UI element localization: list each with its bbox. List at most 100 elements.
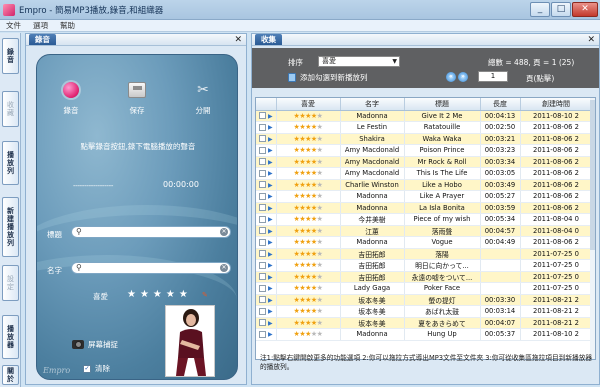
row-checkbox[interactable]: [258, 261, 266, 269]
rating-cell[interactable]: ★★★★★: [276, 167, 341, 180]
recorder-tab-title[interactable]: 錄音: [29, 34, 56, 45]
column-header[interactable]: 創建時間: [520, 98, 593, 111]
play-icon[interactable]: ▶: [268, 262, 273, 269]
row-checkbox[interactable]: [258, 227, 266, 235]
row-select-cell[interactable]: ▶: [256, 236, 277, 249]
row-select-cell[interactable]: ▶: [256, 110, 277, 122]
rating-cell[interactable]: ★★★★★: [276, 144, 341, 157]
side-tab-about[interactable]: 關於: [2, 365, 19, 385]
row-checkbox[interactable]: [258, 169, 266, 177]
rating-cell[interactable]: ★★★★★: [276, 179, 341, 191]
table-row[interactable]: ▶ ★★★★★ Amy Macdonald Poison Prince 00:03:23…: [256, 144, 593, 157]
side-tab-player[interactable]: 播放器: [2, 315, 19, 359]
table-scrollbar[interactable]: [590, 98, 595, 359]
name-input[interactable]: [84, 264, 230, 272]
rating-cell[interactable]: ★★★★★: [276, 213, 341, 226]
table-row[interactable]: ▶ ★★★★★ Madonna Give It 2 Me 00:04:13 2011-08…: [256, 110, 593, 122]
rating-cell[interactable]: ★★★★★: [276, 328, 341, 341]
row-checkbox[interactable]: [258, 250, 266, 258]
save-button[interactable]: 保存: [117, 79, 157, 116]
next-page-button[interactable]: »: [458, 72, 468, 82]
row-select-cell[interactable]: ▶: [256, 225, 277, 237]
row-select-cell[interactable]: ▶: [256, 248, 277, 260]
clear-checkbox[interactable]: ✓ 清除: [83, 363, 110, 374]
row-checkbox[interactable]: [258, 307, 266, 315]
scrollbar-thumb[interactable]: [590, 100, 595, 250]
table-row[interactable]: ▶ ★★★★★ 吉田拓郎 永遠の嘘をついて... 2011-07-25 0: [256, 271, 593, 283]
play-icon[interactable]: ▶: [268, 216, 273, 223]
column-header[interactable]: 喜愛: [276, 98, 341, 111]
table-row[interactable]: ▶ ★★★★★ 今井美樹 Piece of my wish 00:05:34 2011-0…: [256, 213, 593, 226]
side-tab-favorites[interactable]: 收藏: [2, 91, 19, 127]
rating-cell[interactable]: ★★★★★: [276, 271, 341, 283]
name-field[interactable]: ⚲ ✕: [71, 262, 231, 274]
record-button[interactable]: 錄音: [51, 79, 91, 116]
play-icon[interactable]: ▶: [268, 205, 273, 212]
play-icon[interactable]: ▶: [268, 228, 273, 235]
table-row[interactable]: ▶ ★★★★★ Shakira Waka Waka 00:03:21 2011-08-06…: [256, 133, 593, 145]
play-icon[interactable]: ▶: [268, 159, 273, 166]
maximize-button[interactable]: □: [551, 2, 571, 17]
rating-cell[interactable]: ★★★★★: [276, 225, 341, 237]
side-tab-playlist[interactable]: 播放列: [2, 141, 19, 185]
row-select-cell[interactable]: ▶: [256, 294, 277, 306]
column-header[interactable]: 標題: [404, 98, 481, 111]
clear-icon[interactable]: ✕: [220, 228, 228, 236]
clear-icon[interactable]: ✕: [220, 264, 228, 272]
side-tab-new-playlist[interactable]: 新建播放列: [2, 197, 19, 257]
table-row[interactable]: ▶ ★★★★★ 坂本冬美 あばれ太鼓 00:03:14 2011-08-21 2: [256, 305, 593, 318]
menu-help[interactable]: 幫助: [60, 20, 75, 31]
menu-file[interactable]: 文件: [6, 20, 21, 31]
play-icon[interactable]: ▶: [268, 182, 273, 189]
column-header[interactable]: [256, 98, 277, 111]
favorites-close-icon[interactable]: ✕: [587, 35, 595, 45]
rating-cell[interactable]: ★★★★★: [276, 294, 341, 306]
rating-cell[interactable]: ★★★★★: [276, 190, 341, 203]
row-select-cell[interactable]: ▶: [256, 305, 277, 318]
row-checkbox[interactable]: [258, 204, 266, 212]
row-select-cell[interactable]: ▶: [256, 271, 277, 283]
row-checkbox[interactable]: [258, 192, 266, 200]
row-select-cell[interactable]: ▶: [256, 282, 277, 295]
rating-cell[interactable]: ★★★★★: [276, 133, 341, 145]
play-icon[interactable]: ▶: [268, 147, 273, 154]
table-row[interactable]: ▶ ★★★★★ Madonna Vogue 00:04:49 2011-08-06 2: [256, 236, 593, 249]
row-select-cell[interactable]: ▶: [256, 121, 277, 134]
rating-cell[interactable]: ★★★★★: [276, 202, 341, 214]
play-icon[interactable]: ▶: [268, 297, 273, 304]
row-checkbox[interactable]: [258, 135, 266, 143]
table-row[interactable]: ▶ ★★★★★ 吉田拓郎 落陽 2011-07-25 0: [256, 248, 593, 260]
row-checkbox[interactable]: [258, 319, 266, 327]
row-checkbox[interactable]: [258, 123, 266, 131]
play-icon[interactable]: ▶: [268, 274, 273, 281]
rating-cell[interactable]: ★★★★★: [276, 317, 341, 329]
table-row[interactable]: ▶ ★★★★★ Madonna Like A Prayer 00:05:27 2011-0…: [256, 190, 593, 203]
row-select-cell[interactable]: ▶: [256, 156, 277, 168]
row-select-cell[interactable]: ▶: [256, 167, 277, 180]
table-row[interactable]: ▶ ★★★★★ Charlie Winston Like a Hobo 00:03:49…: [256, 179, 593, 191]
play-icon[interactable]: ▶: [268, 251, 273, 258]
table-row[interactable]: ▶ ★★★★★ 吉田拓郎 明日に向かって... 2011-07-25 0: [256, 259, 593, 272]
table-row[interactable]: ▶ ★★★★★ 江蕙 落雨聲 00:04:57 2011-08-04 0: [256, 225, 593, 237]
row-checkbox[interactable]: [258, 112, 266, 120]
row-select-cell[interactable]: ▶: [256, 144, 277, 157]
row-checkbox[interactable]: [258, 181, 266, 189]
rating-cell[interactable]: ★★★★★: [276, 121, 341, 134]
row-select-cell[interactable]: ▶: [256, 259, 277, 272]
play-icon[interactable]: ▶: [268, 285, 273, 292]
row-select-cell[interactable]: ▶: [256, 202, 277, 214]
favorites-tab-title[interactable]: 收集: [255, 34, 282, 45]
play-icon[interactable]: ▶: [268, 320, 273, 327]
sort-dropdown[interactable]: 喜愛 ▼: [318, 56, 400, 67]
rating-cell[interactable]: ★★★★★: [276, 282, 341, 295]
page-input[interactable]: 1: [478, 71, 508, 82]
play-icon[interactable]: ▶: [268, 308, 273, 315]
rating-clear-icon[interactable]: ✎: [202, 291, 208, 299]
row-checkbox[interactable]: [258, 296, 266, 304]
rating-cell[interactable]: ★★★★★: [276, 236, 341, 249]
row-select-cell[interactable]: ▶: [256, 190, 277, 203]
play-icon[interactable]: ▶: [268, 124, 273, 131]
title-input[interactable]: [84, 228, 230, 236]
title-field[interactable]: ⚲ ✕: [71, 226, 231, 238]
play-icon[interactable]: ▶: [268, 331, 273, 338]
